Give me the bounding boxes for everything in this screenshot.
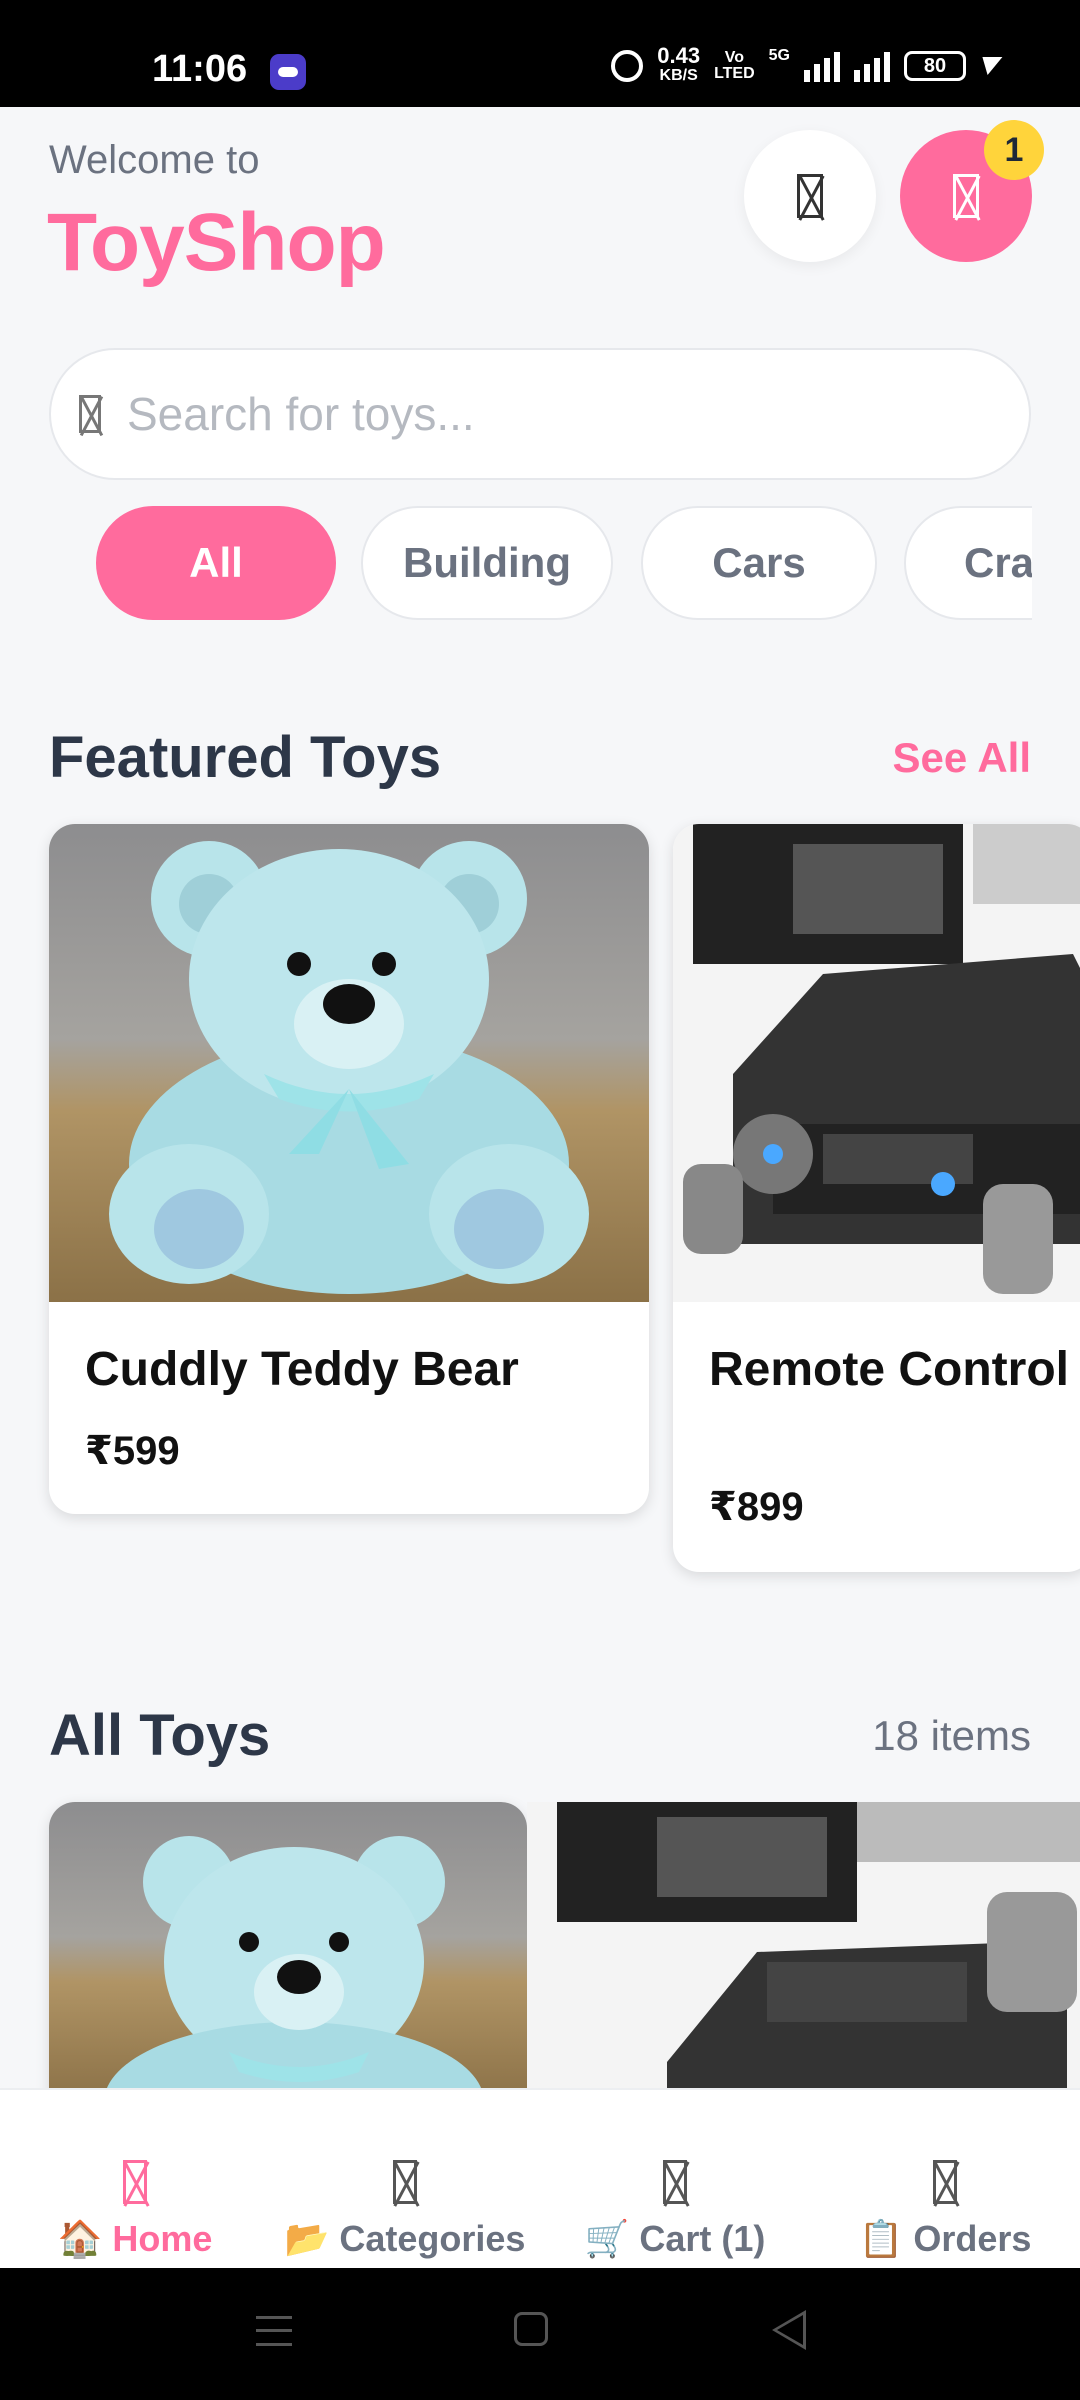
nav-cart[interactable]: 🛒 Cart (1) (540, 2090, 810, 2270)
chip-cars[interactable]: Cars (641, 506, 877, 620)
teddy-bear-illustration (104, 1836, 484, 2102)
bottom-navigation: 🏠 Home 📂 Categories 🛒 Cart (1) 📋 Orders (0, 2088, 1080, 2268)
nav-orders-label: 📋 Orders (858, 2218, 1032, 2259)
product-name: Cuddly Teddy Bear (85, 1343, 519, 1396)
rc-car-image (673, 824, 1080, 1302)
welcome-text: Welcome to (49, 138, 260, 182)
cart-icon (953, 174, 979, 218)
orders-icon (933, 2160, 957, 2204)
category-chips: All Building Cars Crafts (96, 506, 1032, 620)
rc-car-illustration (683, 824, 1080, 1294)
speed-value: 0.43 (657, 43, 701, 68)
profile-icon (797, 174, 823, 218)
chip-building[interactable]: Building (361, 506, 613, 620)
grid-card-teddy[interactable] (49, 1802, 527, 2102)
nav-home[interactable]: 🏠 Home (0, 2090, 270, 2270)
cart-icon (663, 2160, 687, 2204)
alarm-icon (611, 50, 644, 82)
nav-home-label: 🏠 Home (57, 2218, 213, 2259)
cart-count-badge: 1 (984, 120, 1044, 180)
status-bar: 11:06 0.43 KB/S Vo LTED 5G 80 (0, 0, 1080, 107)
chip-all[interactable]: All (96, 506, 336, 620)
product-price: ₹899 (709, 1485, 804, 1529)
search-icon (79, 395, 101, 433)
signal-icon-2 (854, 50, 890, 82)
nav-cart-label: 🛒 Cart (1) (584, 2218, 766, 2259)
product-name: Remote Control Robot Car (709, 1343, 1080, 1396)
profile-button[interactable] (744, 130, 876, 262)
network-type: 5G (768, 47, 790, 64)
nav-orders[interactable]: 📋 Orders (810, 2090, 1080, 2270)
battery-icon: 80 (904, 51, 966, 81)
grid-card-rc-car[interactable] (527, 1802, 1080, 2102)
signal-icon (804, 50, 840, 82)
volte-top: Vo (724, 49, 744, 66)
nav-categories[interactable]: 📂 Categories (270, 2090, 540, 2270)
teddy-bear-image (49, 1802, 527, 2102)
all-toys-title: All Toys (49, 1703, 271, 1768)
nav-categories-label: 📂 Categories (284, 2218, 526, 2259)
app-notification-icon (270, 54, 306, 90)
items-count: 18 items (872, 1712, 1031, 1759)
rc-car-illustration (557, 1802, 1080, 2102)
volte-bottom: LTED (714, 65, 755, 82)
teddy-bear-image (49, 824, 649, 1302)
featured-title: Featured Toys (49, 725, 442, 790)
system-navigation-bar (0, 2268, 1080, 2400)
volte-indicator: Vo LTED (714, 50, 755, 82)
brand-title: ToyShop (47, 197, 386, 288)
back-button[interactable] (772, 2310, 806, 2350)
status-time: 11:06 (152, 48, 248, 90)
speed-unit: KB/S (659, 67, 698, 84)
teddy-bear-illustration (109, 841, 589, 1294)
featured-card-teddy[interactable]: Cuddly Teddy Bear ₹599 (49, 824, 649, 1514)
home-icon (123, 2160, 147, 2204)
search-bar[interactable] (49, 348, 1031, 480)
recent-apps-button[interactable] (256, 2316, 292, 2346)
network-speed: 0.43 KB/S (657, 43, 701, 86)
status-indicators: 0.43 KB/S Vo LTED 5G 80 (611, 43, 1003, 86)
categories-icon (393, 2160, 417, 2204)
rc-car-image (527, 1802, 1080, 2102)
product-price: ₹599 (85, 1429, 180, 1473)
chip-crafts[interactable]: Crafts (904, 506, 1032, 620)
home-system-button[interactable] (514, 2312, 548, 2346)
see-all-link[interactable]: See All (892, 734, 1031, 782)
featured-card-rc-car[interactable]: Remote Control Robot Car ₹899 (673, 824, 1080, 1572)
charging-icon (977, 57, 1003, 75)
search-input[interactable] (127, 387, 947, 441)
